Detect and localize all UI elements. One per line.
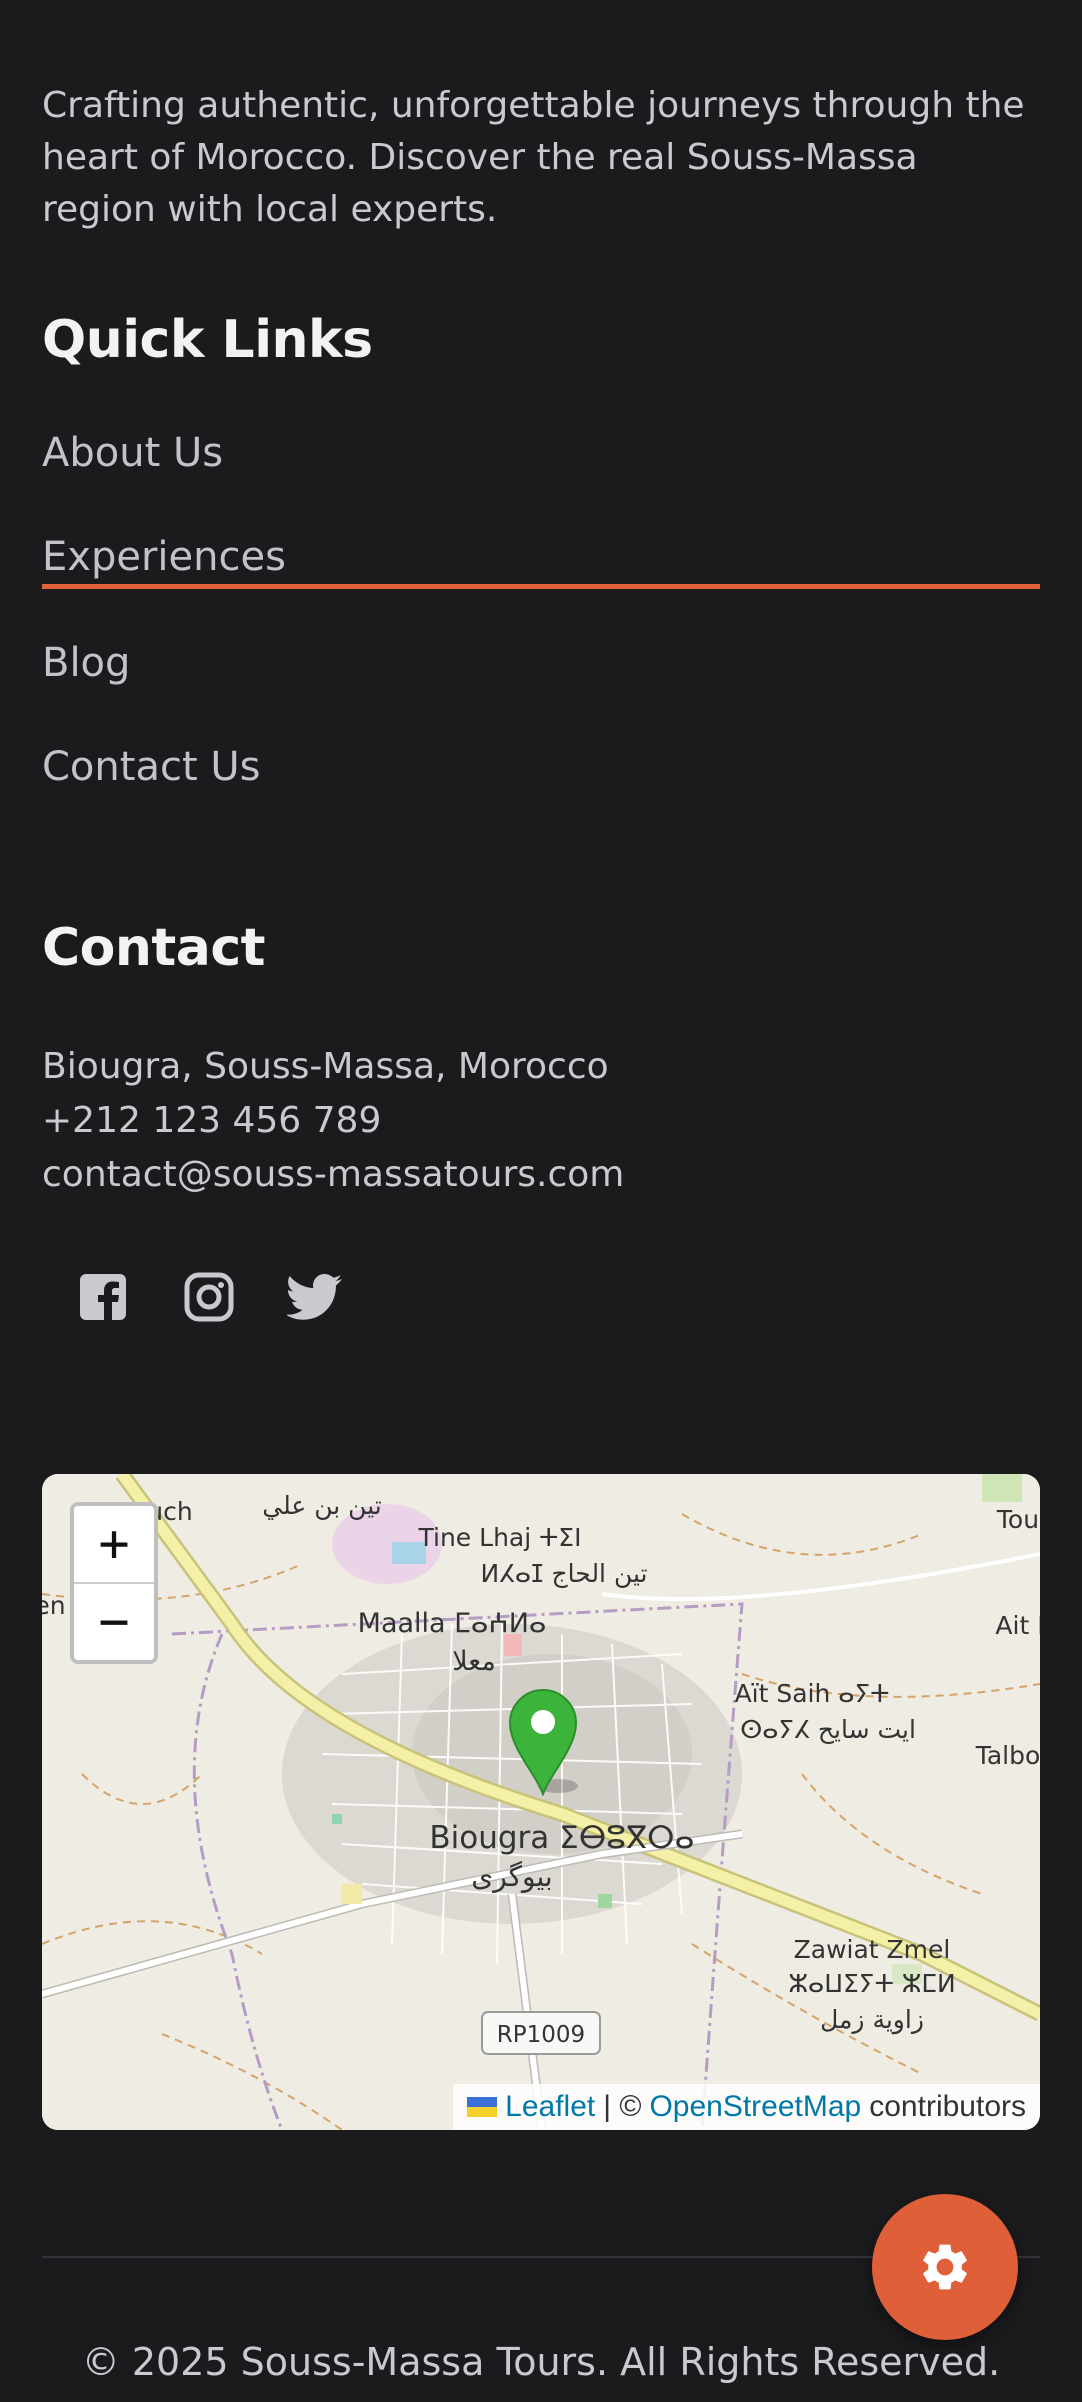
svg-text:en: en bbox=[42, 1591, 66, 1620]
svg-text:Maalla ⵎⴰⵄⵍⴰ: Maalla ⵎⴰⵄⵍⴰ bbox=[358, 1608, 547, 1639]
contact-heading: Contact bbox=[42, 918, 266, 978]
map-attribution: Leaflet | © OpenStreetMap contributors bbox=[453, 2084, 1040, 2130]
svg-text:بيوگرى: بيوگرى bbox=[471, 1860, 552, 1893]
svg-text:زاوية زمل: زاوية زمل bbox=[820, 2005, 924, 2035]
contact-phone[interactable]: +212 123 456 789 bbox=[42, 1094, 624, 1148]
ukraine-flag-icon bbox=[467, 2097, 498, 2117]
link-about-us[interactable]: About Us bbox=[42, 430, 223, 476]
social-links bbox=[68, 1262, 350, 1332]
contact-details: Biougra, Souss-Massa, Morocco +212 123 4… bbox=[42, 1040, 624, 1202]
svg-text:Zawiat Zmel: Zawiat Zmel bbox=[794, 1935, 951, 1964]
facebook-icon[interactable] bbox=[68, 1262, 138, 1332]
map-zoom-control: + − bbox=[70, 1502, 158, 1664]
copyright-text: © 2025 Souss-Massa Tours. All Rights Res… bbox=[81, 2340, 1001, 2384]
contact-address: Biougra, Souss-Massa, Morocco bbox=[42, 1046, 609, 1087]
link-contact-us[interactable]: Contact Us bbox=[42, 744, 260, 790]
attribution-contributors: contributors bbox=[869, 2090, 1026, 2123]
svg-text:معلا: معلا bbox=[452, 1646, 496, 1677]
svg-text:Talbo: Talbo bbox=[975, 1741, 1040, 1770]
svg-text:تين بن علي: تين بن علي bbox=[262, 1491, 381, 1520]
location-map[interactable]: Biougra ⵉⴱⵓⴳⵔⴰ بيوگرى Tine Lhaj ⵜⵉⵏ ⵍⵃⴰⵊ… bbox=[42, 1474, 1040, 2130]
attribution-separator: | © bbox=[603, 2090, 642, 2123]
zoom-out-button[interactable]: − bbox=[74, 1582, 154, 1660]
leaflet-link[interactable]: Leaflet bbox=[505, 2090, 595, 2124]
svg-text:ⵍⵃⴰⵊ تين الحاج: ⵍⵃⴰⵊ تين الحاج bbox=[481, 1559, 648, 1589]
quick-links-heading: Quick Links bbox=[42, 310, 373, 370]
zoom-in-button[interactable]: + bbox=[74, 1506, 154, 1582]
svg-text:ⵣⴰⵡⵉⵢⵜ ⵣⵎⵍ: ⵣⴰⵡⵉⵢⵜ ⵣⵎⵍ bbox=[788, 1969, 955, 1998]
twitter-icon[interactable] bbox=[280, 1262, 350, 1332]
instagram-icon[interactable] bbox=[174, 1262, 244, 1332]
gear-icon bbox=[923, 2244, 967, 2290]
map-tiles[interactable]: Biougra ⵉⴱⵓⴳⵔⴰ بيوگرى Tine Lhaj ⵜⵉⵏ ⵍⵃⴰⵊ… bbox=[42, 1474, 1040, 2130]
openstreetmap-link[interactable]: OpenStreetMap bbox=[649, 2090, 861, 2124]
contact-email[interactable]: contact@souss-massatours.com bbox=[42, 1148, 624, 1202]
svg-text:Biougra ⵉⴱⵓⴳⵔⴰ: Biougra ⵉⴱⵓⴳⵔⴰ bbox=[429, 1820, 694, 1856]
link-experiences[interactable]: Experiences bbox=[42, 534, 1040, 589]
about-text: Crafting authentic, unforgettable journe… bbox=[42, 85, 1025, 230]
svg-text:Ait I: Ait I bbox=[995, 1611, 1040, 1640]
svg-text:Tou: Tou bbox=[996, 1505, 1039, 1534]
svg-text:Aït Saih ⴰⵢⵜ: Aït Saih ⴰⵢⵜ bbox=[735, 1679, 890, 1708]
location-marker-icon[interactable] bbox=[506, 1686, 580, 1796]
link-blog[interactable]: Blog bbox=[42, 640, 130, 686]
svg-text:ⵙⴰⵢⵃ ايت سايح: ⵙⴰⵢⵃ ايت سايح bbox=[740, 1715, 916, 1745]
svg-text:RP1009: RP1009 bbox=[497, 2022, 585, 2048]
settings-fab-button[interactable] bbox=[872, 2194, 1018, 2340]
svg-text:Tine Lhaj ⵜⵉⵏ: Tine Lhaj ⵜⵉⵏ bbox=[418, 1523, 582, 1552]
